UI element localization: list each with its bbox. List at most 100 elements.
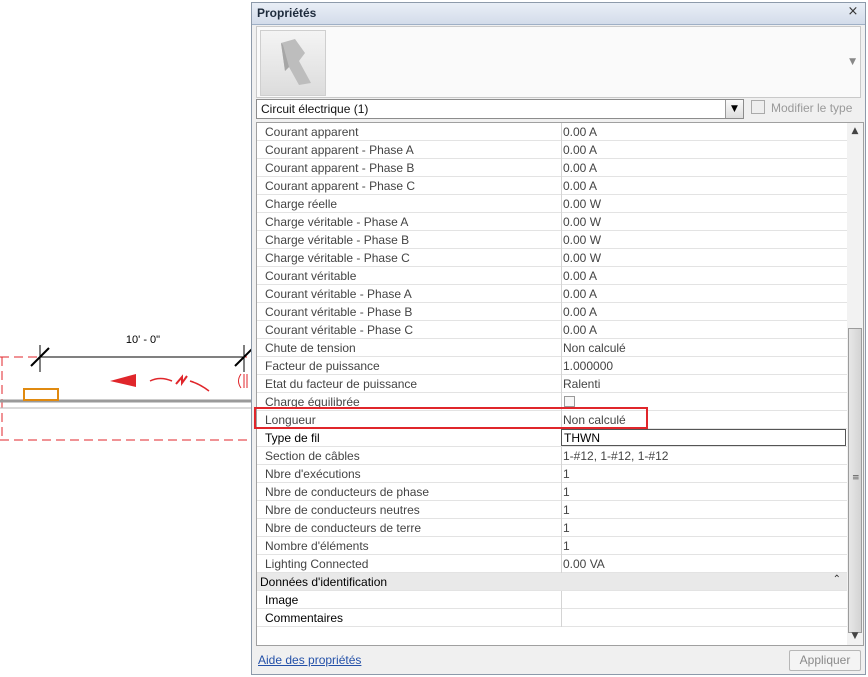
- property-value: 0.00 A: [563, 269, 598, 283]
- instance-filter-select[interactable]: Circuit électrique (1) ▼: [256, 99, 744, 119]
- property-name: Courant véritable - Phase C: [265, 323, 414, 337]
- group-title: Données d'identification: [260, 575, 388, 589]
- property-name: Charge véritable - Phase A: [265, 215, 409, 229]
- edit-type-label: Modifier le type: [771, 101, 853, 115]
- property-name: Charge réelle: [265, 197, 338, 211]
- edit-type-button[interactable]: Modifier le type: [749, 98, 861, 118]
- properties-palette: Propriétés × ▼ Circuit électrique (1) ▼ …: [251, 2, 866, 675]
- property-row[interactable]: Nbre d'exécutions 1: [257, 465, 847, 483]
- apply-button[interactable]: Appliquer: [789, 650, 861, 671]
- collapse-icon[interactable]: ⌃: [833, 574, 841, 585]
- home-run-arrow: [110, 374, 136, 387]
- property-row[interactable]: Courant apparent - Phase A 0.00 A: [257, 141, 847, 159]
- property-name: Courant apparent - Phase B: [265, 161, 415, 175]
- property-name: Courant apparent - Phase C: [265, 179, 416, 193]
- property-name: Image: [265, 593, 299, 607]
- wire-type-field[interactable]: THWN: [561, 429, 846, 446]
- property-name: Courant véritable - Phase B: [265, 305, 413, 319]
- property-value: 0.00 W: [563, 233, 602, 247]
- property-row[interactable]: Lighting Connected 0.00 VA: [257, 555, 847, 573]
- palette-title-bar[interactable]: Propriétés ×: [252, 3, 865, 25]
- property-row[interactable]: Facteur de puissance 1.000000: [257, 357, 847, 375]
- grip-icon: ≡: [852, 473, 860, 483]
- property-row[interactable]: Image: [257, 591, 847, 609]
- property-value: 1.000000: [563, 359, 614, 373]
- property-row[interactable]: Type de fil THWN: [257, 429, 847, 447]
- property-name: Etat du facteur de puissance: [265, 377, 418, 391]
- drawing-canvas[interactable]: 10' - 0": [0, 0, 252, 677]
- property-value: 0.00 A: [563, 323, 598, 337]
- property-row[interactable]: Courant apparent 0.00 A: [257, 123, 847, 141]
- property-row[interactable]: Courant véritable - Phase B 0.00 A: [257, 303, 847, 321]
- balanced-load-checkbox[interactable]: [564, 396, 575, 407]
- property-row[interactable]: Courant apparent - Phase B 0.00 A: [257, 159, 847, 177]
- property-value: 0.00 A: [563, 287, 598, 301]
- properties-grid[interactable]: Courant apparent 0.00 A Courant apparent …: [256, 122, 847, 646]
- property-name: Nbre de conducteurs de terre: [265, 521, 422, 535]
- device-symbol: [23, 388, 59, 401]
- property-name: Courant apparent - Phase A: [265, 143, 414, 157]
- property-value: 0.00 A: [563, 161, 598, 175]
- property-row[interactable]: Etat du facteur de puissance Ralenti: [257, 375, 847, 393]
- property-value: Ralenti: [563, 377, 601, 391]
- property-value: 0.00 A: [563, 143, 598, 157]
- property-value: 1: [563, 503, 570, 517]
- property-row[interactable]: Courant véritable 0.00 A: [257, 267, 847, 285]
- palette-title: Propriétés: [257, 6, 317, 20]
- property-row[interactable]: Chute de tension Non calculé: [257, 339, 847, 357]
- property-value: 1: [563, 539, 570, 553]
- edit-type-icon: [751, 100, 765, 114]
- property-name: Courant véritable: [265, 269, 357, 283]
- property-value: 0.00 W: [563, 197, 602, 211]
- instance-filter-value: Circuit électrique (1): [261, 102, 369, 116]
- property-name: Chute de tension: [265, 341, 356, 355]
- property-row[interactable]: Courant véritable - Phase C 0.00 A: [257, 321, 847, 339]
- property-row[interactable]: Charge véritable - Phase A 0.00 W: [257, 213, 847, 231]
- property-name: Courant véritable - Phase A: [265, 287, 412, 301]
- chevron-down-icon[interactable]: ▼: [849, 57, 856, 67]
- property-name: Commentaires: [265, 611, 344, 625]
- type-selector[interactable]: ▼: [256, 26, 861, 98]
- property-name: Courant apparent: [265, 125, 359, 139]
- property-row[interactable]: Commentaires: [257, 609, 847, 627]
- property-row[interactable]: Charge véritable - Phase C 0.00 W: [257, 249, 847, 267]
- property-value: 0.00 VA: [563, 557, 605, 571]
- properties-scrollbar[interactable]: ▲ ≡ ▼: [847, 122, 864, 646]
- group-header-identity[interactable]: Données d'identification ⌃: [257, 573, 847, 591]
- property-value: 1: [563, 521, 570, 535]
- property-name: Type de fil: [265, 431, 320, 445]
- property-row[interactable]: Section de câbles 1-#12, 1-#12, 1-#12: [257, 447, 847, 465]
- property-name: Nbre de conducteurs de phase: [265, 485, 430, 499]
- scroll-up-icon[interactable]: ▲: [847, 123, 863, 140]
- close-icon[interactable]: ×: [846, 5, 860, 19]
- family-icon: [281, 39, 311, 85]
- lightning-icon: [175, 374, 188, 387]
- properties-help-link[interactable]: Aide des propriétés: [258, 653, 361, 667]
- property-row[interactable]: Nombre d'éléments 1: [257, 537, 847, 555]
- property-value: 0.00 A: [563, 179, 598, 193]
- property-row[interactable]: Courant apparent - Phase C 0.00 A: [257, 177, 847, 195]
- scroll-down-icon[interactable]: ▼: [847, 628, 863, 645]
- property-value: 0.00 A: [563, 305, 598, 319]
- property-value: 1-#12, 1-#12, 1-#12: [563, 449, 669, 463]
- property-value: Non calculé: [563, 341, 626, 355]
- property-name: Nbre d'exécutions: [265, 467, 361, 481]
- property-row[interactable]: Nbre de conducteurs de terre 1: [257, 519, 847, 537]
- property-name: Charge véritable - Phase B: [265, 233, 410, 247]
- chevron-down-icon[interactable]: ▼: [725, 100, 743, 118]
- property-value: THWN: [564, 431, 600, 445]
- property-value: 0.00 W: [563, 251, 602, 265]
- property-value: 1: [563, 485, 570, 499]
- scroll-thumb[interactable]: ≡: [848, 328, 862, 633]
- property-row[interactable]: Courant véritable - Phase A 0.00 A: [257, 285, 847, 303]
- length-highlight-box: [254, 407, 648, 429]
- property-name: Lighting Connected: [265, 557, 369, 571]
- property-row[interactable]: Nbre de conducteurs de phase 1: [257, 483, 847, 501]
- type-thumbnail: [260, 30, 326, 96]
- property-row[interactable]: Charge réelle 0.00 W: [257, 195, 847, 213]
- property-name: Nombre d'éléments: [265, 539, 369, 553]
- property-name: Charge véritable - Phase C: [265, 251, 410, 265]
- property-row[interactable]: Charge véritable - Phase B 0.00 W: [257, 231, 847, 249]
- property-value: 0.00 A: [563, 125, 598, 139]
- property-row[interactable]: Nbre de conducteurs neutres 1: [257, 501, 847, 519]
